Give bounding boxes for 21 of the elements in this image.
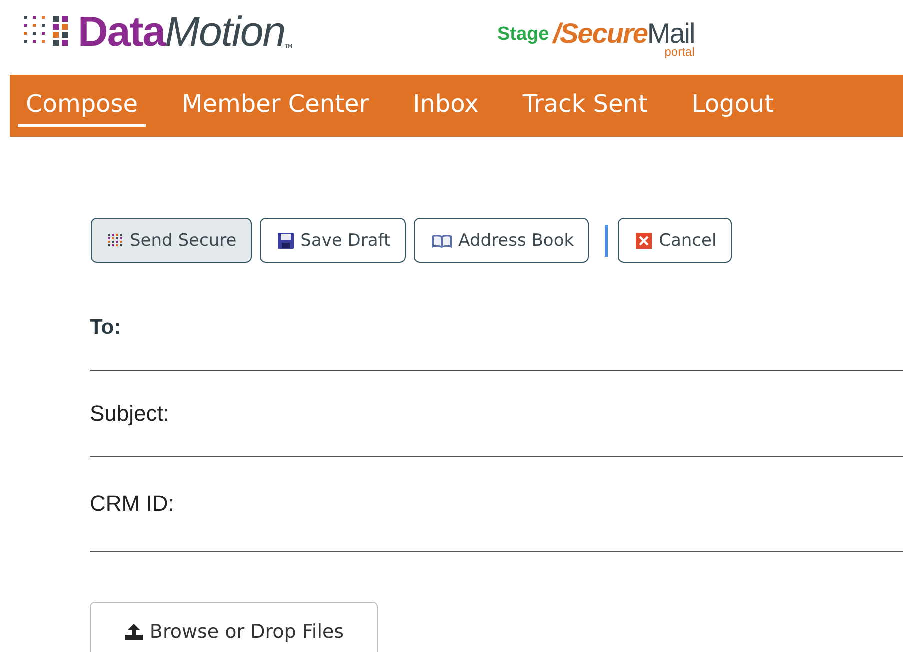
form-field[interactable]: CRM ID: [90,457,903,552]
brand-name: Data [78,10,166,52]
toolbar-button[interactable]: Save Draft [260,218,406,263]
dots-icon [108,234,124,248]
toolbar-button[interactable]: Cancel [618,218,732,263]
field-label: Subject: [90,400,170,426]
environment-label: Stage [497,24,550,46]
product-name: /Secure [553,20,648,48]
brand-name-suffix: Motion [165,10,286,52]
close-icon [635,232,654,250]
upload-button[interactable]: Browse or Drop Files [90,602,378,652]
form-field[interactable]: To: [90,267,903,371]
open-book-icon [430,232,453,248]
product-name-suffix: Mail [647,20,695,48]
toolbar-button[interactable]: Send Secure [91,218,252,263]
field-label: To: [90,316,122,340]
field-label: CRM ID: [90,491,174,517]
upload-icon [124,623,144,641]
product-subtitle: portal [664,46,695,58]
toolbar-button[interactable]: Address Book [414,218,590,263]
form-field[interactable]: Subject: [90,371,903,457]
